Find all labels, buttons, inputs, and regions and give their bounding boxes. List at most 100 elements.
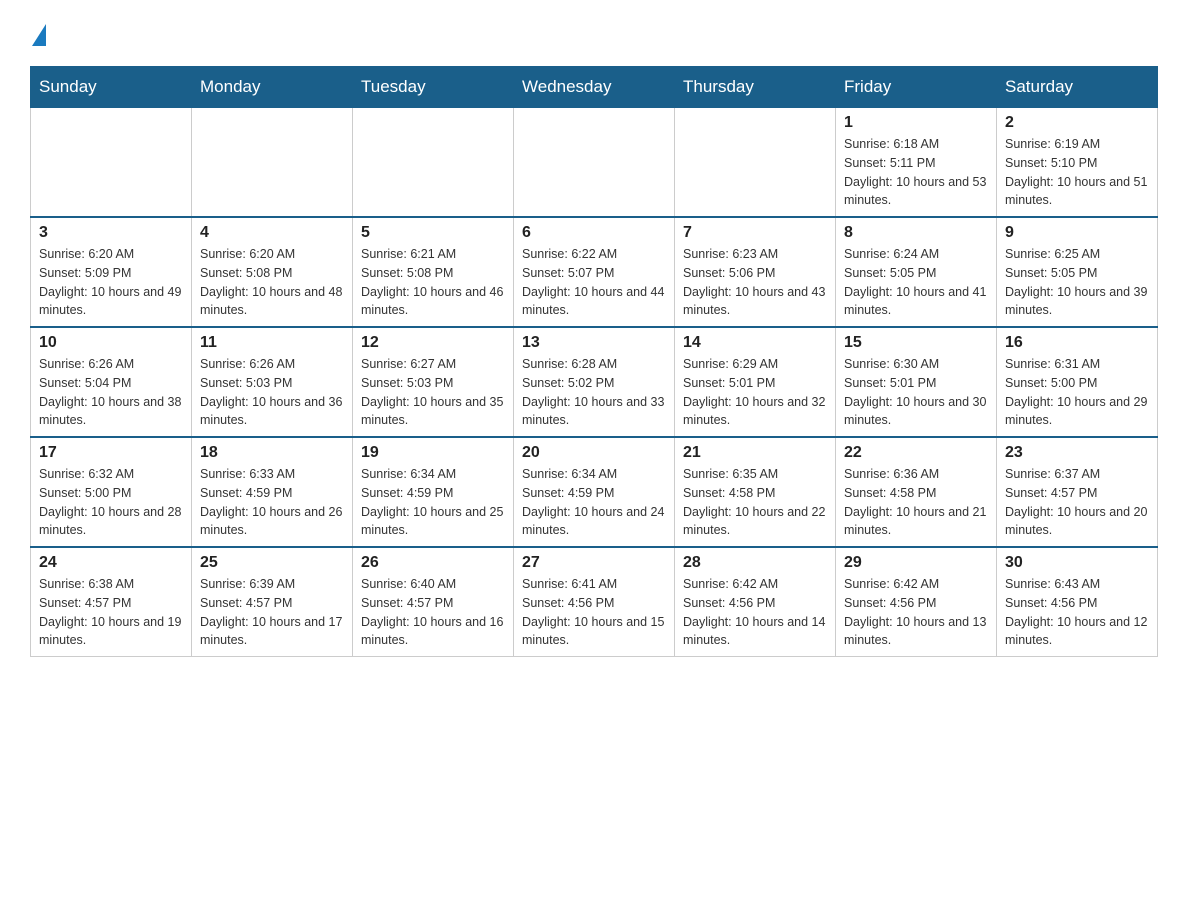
- day-number: 17: [39, 444, 183, 462]
- day-number: 30: [1005, 554, 1149, 572]
- day-sun-info: Sunrise: 6:42 AM Sunset: 4:56 PM Dayligh…: [844, 575, 988, 650]
- calendar-day-cell: 8 Sunrise: 6:24 AM Sunset: 5:05 PM Daylig…: [836, 217, 997, 327]
- calendar-day-cell: 21Sunrise: 6:35 AM Sunset: 4:58 PM Dayli…: [675, 437, 836, 547]
- day-of-week-header: Saturday: [997, 67, 1158, 108]
- day-number: 18: [200, 444, 344, 462]
- day-number: 28: [683, 554, 827, 572]
- logo: [30, 20, 46, 46]
- logo-triangle-icon: [32, 24, 46, 46]
- day-number: 20: [522, 444, 666, 462]
- calendar-day-cell: 1Sunrise: 6:18 AM Sunset: 5:11 PM Daylig…: [836, 108, 997, 218]
- day-number: 26: [361, 554, 505, 572]
- calendar-day-cell: 30 Sunrise: 6:43 AM Sunset: 4:56 PM Dayli…: [997, 547, 1158, 657]
- day-of-week-header: Monday: [192, 67, 353, 108]
- calendar-day-cell: [514, 108, 675, 218]
- calendar-table: SundayMondayTuesdayWednesdayThursdayFrid…: [30, 66, 1158, 657]
- day-sun-info: Sunrise: 6:28 AM Sunset: 5:02 PM Dayligh…: [522, 355, 666, 430]
- day-sun-info: Sunrise: 6:31 AM Sunset: 5:00 PM Dayligh…: [1005, 355, 1149, 430]
- day-sun-info: Sunrise: 6:39 AM Sunset: 4:57 PM Dayligh…: [200, 575, 344, 650]
- day-number: 3: [39, 224, 183, 242]
- day-number: 16: [1005, 334, 1149, 352]
- day-number: 6: [522, 224, 666, 242]
- day-sun-info: Sunrise: 6:23 AM Sunset: 5:06 PM Dayligh…: [683, 245, 827, 320]
- day-number: 10: [39, 334, 183, 352]
- calendar-day-cell: 29 Sunrise: 6:42 AM Sunset: 4:56 PM Dayli…: [836, 547, 997, 657]
- day-of-week-header: Thursday: [675, 67, 836, 108]
- day-of-week-header: Wednesday: [514, 67, 675, 108]
- calendar-day-cell: 16 Sunrise: 6:31 AM Sunset: 5:00 PM Dayli…: [997, 327, 1158, 437]
- calendar-week-row: 10 Sunrise: 6:26 AM Sunset: 5:04 PM Dayli…: [31, 327, 1158, 437]
- day-number: 8: [844, 224, 988, 242]
- day-sun-info: Sunrise: 6:42 AM Sunset: 4:56 PM Dayligh…: [683, 575, 827, 650]
- page-header: [30, 20, 1158, 46]
- day-sun-info: Sunrise: 6:34 AM Sunset: 4:59 PM Dayligh…: [361, 465, 505, 540]
- calendar-day-cell: 26 Sunrise: 6:40 AM Sunset: 4:57 PM Dayli…: [353, 547, 514, 657]
- calendar-day-cell: 15 Sunrise: 6:30 AM Sunset: 5:01 PM Dayli…: [836, 327, 997, 437]
- calendar-day-cell: 24Sunrise: 6:38 AM Sunset: 4:57 PM Dayli…: [31, 547, 192, 657]
- calendar-day-cell: [31, 108, 192, 218]
- calendar-header-row: SundayMondayTuesdayWednesdayThursdayFrid…: [31, 67, 1158, 108]
- day-number: 29: [844, 554, 988, 572]
- calendar-day-cell: [192, 108, 353, 218]
- calendar-day-cell: 23 Sunrise: 6:37 AM Sunset: 4:57 PM Dayli…: [997, 437, 1158, 547]
- day-number: 9: [1005, 224, 1149, 242]
- day-sun-info: Sunrise: 6:26 AM Sunset: 5:03 PM Dayligh…: [200, 355, 344, 430]
- calendar-week-row: 3 Sunrise: 6:20 AM Sunset: 5:09 PM Daylig…: [31, 217, 1158, 327]
- day-sun-info: Sunrise: 6:22 AM Sunset: 5:07 PM Dayligh…: [522, 245, 666, 320]
- day-sun-info: Sunrise: 6:37 AM Sunset: 4:57 PM Dayligh…: [1005, 465, 1149, 540]
- day-sun-info: Sunrise: 6:20 AM Sunset: 5:08 PM Dayligh…: [200, 245, 344, 320]
- calendar-day-cell: 17 Sunrise: 6:32 AM Sunset: 5:00 PM Dayli…: [31, 437, 192, 547]
- calendar-day-cell: 2 Sunrise: 6:19 AM Sunset: 5:10 PM Daylig…: [997, 108, 1158, 218]
- day-sun-info: Sunrise: 6:30 AM Sunset: 5:01 PM Dayligh…: [844, 355, 988, 430]
- day-sun-info: Sunrise: 6:19 AM Sunset: 5:10 PM Dayligh…: [1005, 135, 1149, 210]
- day-number: 7: [683, 224, 827, 242]
- day-sun-info: Sunrise: 6:26 AM Sunset: 5:04 PM Dayligh…: [39, 355, 183, 430]
- day-sun-info: Sunrise: 6:38 AM Sunset: 4:57 PM Dayligh…: [39, 575, 183, 650]
- calendar-day-cell: 9Sunrise: 6:25 AM Sunset: 5:05 PM Daylig…: [997, 217, 1158, 327]
- calendar-week-row: 17 Sunrise: 6:32 AM Sunset: 5:00 PM Dayli…: [31, 437, 1158, 547]
- day-number: 22: [844, 444, 988, 462]
- calendar-day-cell: 3 Sunrise: 6:20 AM Sunset: 5:09 PM Daylig…: [31, 217, 192, 327]
- day-sun-info: Sunrise: 6:27 AM Sunset: 5:03 PM Dayligh…: [361, 355, 505, 430]
- calendar-day-cell: 4 Sunrise: 6:20 AM Sunset: 5:08 PM Daylig…: [192, 217, 353, 327]
- day-number: 19: [361, 444, 505, 462]
- day-sun-info: Sunrise: 6:40 AM Sunset: 4:57 PM Dayligh…: [361, 575, 505, 650]
- calendar-day-cell: 22 Sunrise: 6:36 AM Sunset: 4:58 PM Dayli…: [836, 437, 997, 547]
- day-number: 5: [361, 224, 505, 242]
- calendar-day-cell: 19 Sunrise: 6:34 AM Sunset: 4:59 PM Dayli…: [353, 437, 514, 547]
- calendar-day-cell: 13 Sunrise: 6:28 AM Sunset: 5:02 PM Dayli…: [514, 327, 675, 437]
- day-number: 4: [200, 224, 344, 242]
- calendar-day-cell: 20Sunrise: 6:34 AM Sunset: 4:59 PM Dayli…: [514, 437, 675, 547]
- day-sun-info: Sunrise: 6:20 AM Sunset: 5:09 PM Dayligh…: [39, 245, 183, 320]
- calendar-day-cell: 12Sunrise: 6:27 AM Sunset: 5:03 PM Dayli…: [353, 327, 514, 437]
- calendar-day-cell: 7 Sunrise: 6:23 AM Sunset: 5:06 PM Daylig…: [675, 217, 836, 327]
- day-sun-info: Sunrise: 6:43 AM Sunset: 4:56 PM Dayligh…: [1005, 575, 1149, 650]
- day-number: 15: [844, 334, 988, 352]
- calendar-day-cell: 5 Sunrise: 6:21 AM Sunset: 5:08 PM Daylig…: [353, 217, 514, 327]
- day-sun-info: Sunrise: 6:21 AM Sunset: 5:08 PM Dayligh…: [361, 245, 505, 320]
- day-number: 2: [1005, 114, 1149, 132]
- calendar-day-cell: 25Sunrise: 6:39 AM Sunset: 4:57 PM Dayli…: [192, 547, 353, 657]
- calendar-day-cell: 10 Sunrise: 6:26 AM Sunset: 5:04 PM Dayli…: [31, 327, 192, 437]
- day-number: 23: [1005, 444, 1149, 462]
- day-number: 21: [683, 444, 827, 462]
- day-number: 13: [522, 334, 666, 352]
- calendar-day-cell: 28 Sunrise: 6:42 AM Sunset: 4:56 PM Dayli…: [675, 547, 836, 657]
- day-sun-info: Sunrise: 6:41 AM Sunset: 4:56 PM Dayligh…: [522, 575, 666, 650]
- calendar-week-row: 1Sunrise: 6:18 AM Sunset: 5:11 PM Daylig…: [31, 108, 1158, 218]
- day-of-week-header: Tuesday: [353, 67, 514, 108]
- day-number: 11: [200, 334, 344, 352]
- calendar-day-cell: [675, 108, 836, 218]
- day-sun-info: Sunrise: 6:36 AM Sunset: 4:58 PM Dayligh…: [844, 465, 988, 540]
- calendar-day-cell: 18Sunrise: 6:33 AM Sunset: 4:59 PM Dayli…: [192, 437, 353, 547]
- day-sun-info: Sunrise: 6:29 AM Sunset: 5:01 PM Dayligh…: [683, 355, 827, 430]
- day-sun-info: Sunrise: 6:24 AM Sunset: 5:05 PM Dayligh…: [844, 245, 988, 320]
- calendar-day-cell: 14Sunrise: 6:29 AM Sunset: 5:01 PM Dayli…: [675, 327, 836, 437]
- day-number: 27: [522, 554, 666, 572]
- calendar-day-cell: 6 Sunrise: 6:22 AM Sunset: 5:07 PM Daylig…: [514, 217, 675, 327]
- day-sun-info: Sunrise: 6:32 AM Sunset: 5:00 PM Dayligh…: [39, 465, 183, 540]
- calendar-day-cell: 27 Sunrise: 6:41 AM Sunset: 4:56 PM Dayli…: [514, 547, 675, 657]
- day-of-week-header: Sunday: [31, 67, 192, 108]
- calendar-week-row: 24Sunrise: 6:38 AM Sunset: 4:57 PM Dayli…: [31, 547, 1158, 657]
- day-number: 1: [844, 114, 988, 132]
